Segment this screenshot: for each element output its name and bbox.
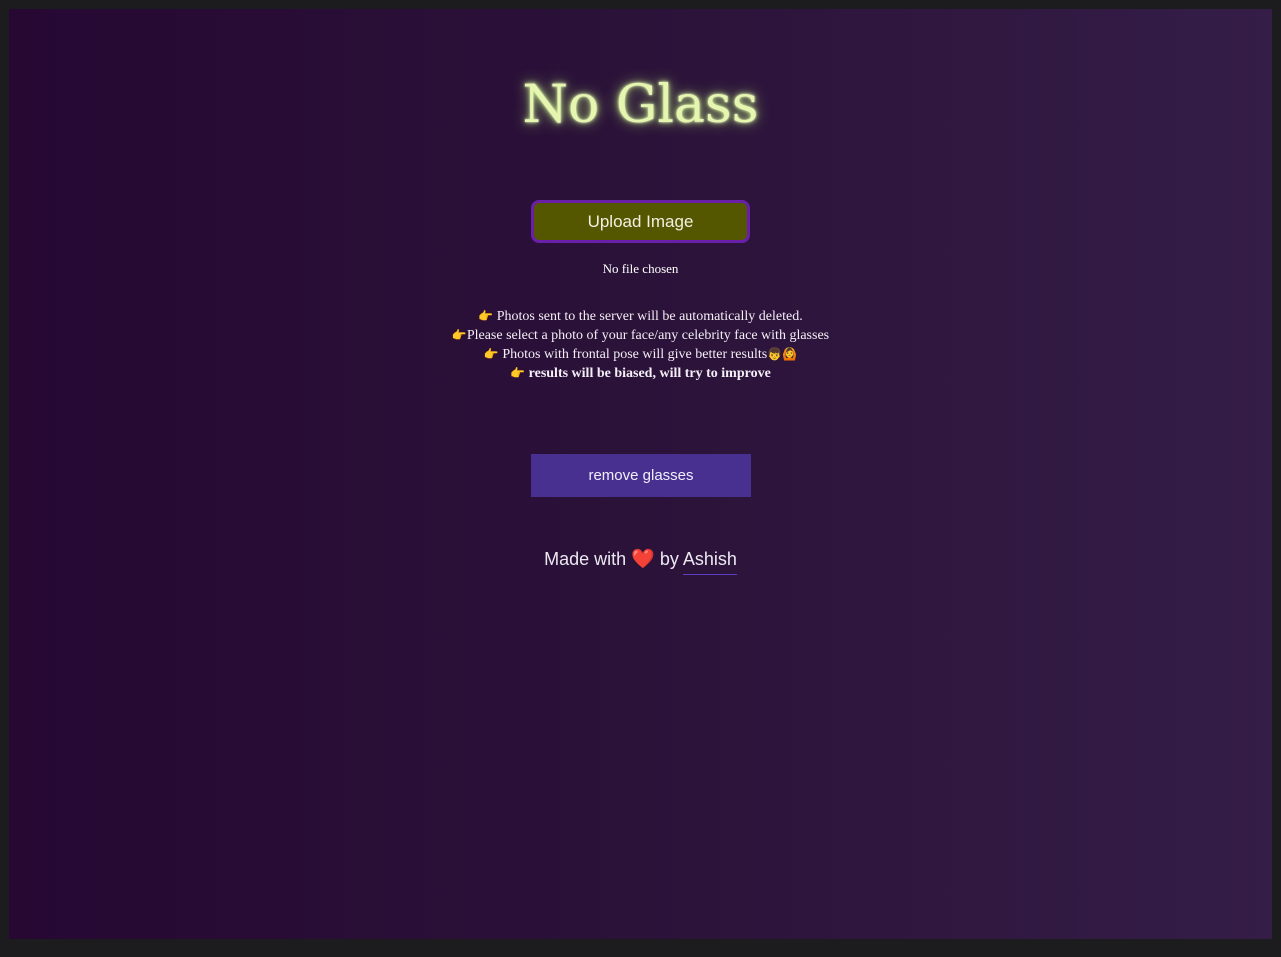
note-text: Please select a photo of your face/any c… (466, 328, 830, 343)
note-item: 👉 Photos with frontal pose will give bet… (9, 345, 1272, 364)
remove-button-label: remove glasses (588, 467, 694, 484)
pointing-hand-icon: 👉 (483, 347, 499, 361)
pointing-hand-icon: 👉 (451, 328, 467, 342)
heart-icon: ❤️ (631, 548, 655, 570)
page-title: No Glass (522, 75, 759, 135)
footer-made-with: Made with (544, 549, 627, 569)
footer-credit: Made with ❤️ by Ashish (9, 547, 1272, 575)
note-item: 👉Please select a photo of your face/any … (9, 326, 1272, 345)
boy-and-person-gesture-icon: 👦🙆 (767, 347, 798, 361)
remove-glasses-button[interactable]: remove glasses (531, 454, 751, 497)
note-text: results will be biased, will try to impr… (525, 366, 771, 381)
note-item: 👉 results will be biased, will try to im… (9, 364, 1272, 383)
author-link[interactable]: Ashish (682, 549, 737, 575)
notes-list: 👉 Photos sent to the server will be auto… (9, 307, 1272, 383)
page-viewport: No Glass Upload Image No file chosen 👉 P… (9, 9, 1272, 939)
note-item: 👉 Photos sent to the server will be auto… (9, 307, 1272, 326)
note-text: Photos with frontal pose will give bette… (498, 347, 768, 362)
pointing-hand-icon: 👉 (510, 366, 526, 380)
pointing-hand-icon: 👉 (478, 309, 494, 323)
file-chosen-status: No file chosen (602, 261, 679, 276)
note-text: Photos sent to the server will be automa… (493, 309, 803, 324)
upload-image-button[interactable]: Upload Image (531, 200, 750, 243)
footer-by: by (659, 549, 679, 569)
upload-button-label: Upload Image (587, 211, 694, 231)
